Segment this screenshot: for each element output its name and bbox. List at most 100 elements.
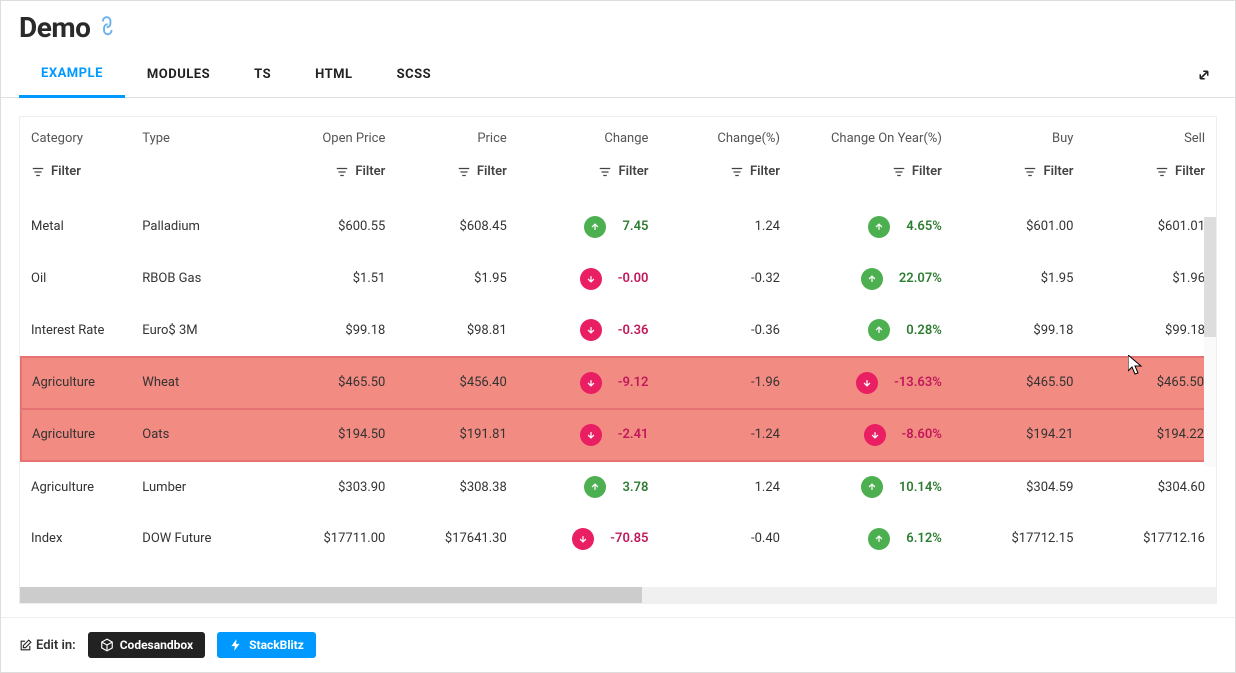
cell-open-price: $99.18 — [264, 305, 396, 357]
arrow-up-icon — [861, 268, 883, 290]
cell-type: Lumber — [132, 461, 264, 513]
cell-open-price: $303.90 — [264, 461, 396, 513]
cell-price: $308.38 — [395, 461, 516, 513]
filter-button-change[interactable]: Filter — [598, 164, 648, 179]
cell-sell: $465.50 — [1083, 357, 1215, 409]
cell-price: $98.81 — [395, 305, 516, 357]
tab-example[interactable]: EXAMPLE — [19, 52, 125, 98]
cell-change: -0.36 — [517, 305, 659, 357]
tabs-bar: EXAMPLE MODULES TS HTML SCSS — [1, 52, 1235, 98]
arrow-up-icon — [584, 216, 606, 238]
col-header-buy[interactable]: Buy — [952, 117, 1084, 156]
stackblitz-button[interactable]: StackBlitz — [217, 632, 316, 658]
cell-change-year: -8.60% — [790, 409, 952, 461]
cell-change-pct: -0.32 — [658, 253, 790, 305]
table-row[interactable]: Index DOW Future $17711.00 $17641.30 -70… — [21, 513, 1215, 565]
codesandbox-button[interactable]: Codesandbox — [88, 632, 205, 658]
table-row[interactable]: Agriculture Oats $194.50 $191.81 -2.41 -… — [21, 409, 1215, 461]
tab-ts[interactable]: TS — [232, 53, 293, 96]
tab-modules[interactable]: MODULES — [125, 53, 232, 96]
table-row[interactable]: Interest Rate Euro$ 3M $99.18 $98.81 -0.… — [21, 305, 1215, 357]
filter-button-buy[interactable]: Filter — [1023, 164, 1073, 179]
page-title: Demo — [19, 11, 90, 44]
tab-scss[interactable]: SCSS — [375, 53, 454, 96]
filter-button-open-price[interactable]: Filter — [335, 164, 385, 179]
cell-open-price: $465.50 — [264, 357, 396, 409]
cell-change-year: 22.07% — [790, 253, 952, 305]
cell-price: $608.45 — [395, 201, 516, 253]
cell-type: RBOB Gas — [132, 253, 264, 305]
table-row[interactable]: Metal Palladium $600.55 $608.45 7.45 1.2… — [21, 201, 1215, 253]
filter-button-change-pct[interactable]: Filter — [730, 164, 780, 179]
cell-buy: $304.59 — [952, 461, 1084, 513]
cell-buy: $17712.15 — [952, 513, 1084, 565]
cell-sell: $304.60 — [1083, 461, 1215, 513]
horizontal-scrollbar-thumb[interactable] — [20, 587, 642, 603]
cell-buy: $601.00 — [952, 201, 1084, 253]
cell-category: Metal — [21, 201, 132, 253]
col-header-price[interactable]: Price — [395, 117, 516, 156]
cell-category: Agriculture — [21, 461, 132, 513]
cell-type: Oats — [132, 409, 264, 461]
cell-open-price: $1.51 — [264, 253, 396, 305]
cell-type: Wheat — [132, 357, 264, 409]
filter-button-change-year[interactable]: Filter — [892, 164, 942, 179]
col-header-category[interactable]: Category — [21, 117, 132, 156]
col-header-change-year[interactable]: Change On Year(%) — [790, 117, 952, 156]
footer: Edit in: Codesandbox StackBlitz — [1, 617, 1235, 672]
header-row: Category Type Open Price Price Change Ch… — [21, 117, 1215, 156]
cell-change: 7.45 — [517, 201, 659, 253]
table-row[interactable]: Agriculture Wheat $465.50 $456.40 -9.12 … — [21, 357, 1215, 409]
cell-sell: $1.96 — [1083, 253, 1215, 305]
horizontal-scrollbar[interactable] — [20, 587, 1216, 603]
cell-sell: $194.22 — [1083, 409, 1215, 461]
link-icon[interactable] — [95, 13, 124, 42]
col-header-sell[interactable]: Sell — [1083, 117, 1215, 156]
col-header-change[interactable]: Change — [517, 117, 659, 156]
cell-price: $456.40 — [395, 357, 516, 409]
arrow-down-icon — [580, 319, 602, 341]
cell-change-pct: -0.36 — [658, 305, 790, 357]
cell-category: Interest Rate — [21, 305, 132, 357]
cell-change-pct: -1.24 — [658, 409, 790, 461]
arrow-up-icon — [584, 476, 606, 498]
arrow-up-icon — [861, 476, 883, 498]
cell-change-year: 0.28% — [790, 305, 952, 357]
cell-change: -2.41 — [517, 409, 659, 461]
cell-change: 3.78 — [517, 461, 659, 513]
cell-change: -70.85 — [517, 513, 659, 565]
cell-open-price: $194.50 — [264, 409, 396, 461]
cell-type: DOW Future — [132, 513, 264, 565]
col-header-type[interactable]: Type — [132, 117, 264, 156]
arrow-down-icon — [572, 528, 594, 550]
table-row[interactable]: Oil RBOB Gas $1.51 $1.95 -0.00 -0.32 22.… — [21, 253, 1215, 305]
cell-change-pct: 1.24 — [658, 201, 790, 253]
col-header-change-pct[interactable]: Change(%) — [658, 117, 790, 156]
cell-price: $1.95 — [395, 253, 516, 305]
filter-button-category[interactable]: Filter — [31, 164, 81, 179]
vertical-scrollbar-thumb[interactable] — [1204, 217, 1216, 337]
cell-buy: $465.50 — [952, 357, 1084, 409]
cell-change-pct: -0.40 — [658, 513, 790, 565]
tab-html[interactable]: HTML — [293, 53, 374, 96]
expand-icon[interactable] — [1195, 66, 1213, 89]
filter-button-price[interactable]: Filter — [457, 164, 507, 179]
col-header-open-price[interactable]: Open Price — [264, 117, 396, 156]
cell-category: Agriculture — [21, 357, 132, 409]
arrow-down-icon — [580, 372, 602, 394]
cell-type: Euro$ 3M — [132, 305, 264, 357]
arrow-up-icon — [868, 528, 890, 550]
cell-open-price: $600.55 — [264, 201, 396, 253]
data-grid: Category Type Open Price Price Change Ch… — [19, 116, 1217, 604]
filter-button-sell[interactable]: Filter — [1155, 164, 1205, 179]
cell-price: $17641.30 — [395, 513, 516, 565]
cell-category: Index — [21, 513, 132, 565]
arrow-down-icon — [580, 268, 602, 290]
cell-change-year: 4.65% — [790, 201, 952, 253]
table-row[interactable]: Agriculture Lumber $303.90 $308.38 3.78 … — [21, 461, 1215, 513]
vertical-scrollbar[interactable] — [1204, 217, 1216, 467]
arrow-down-icon — [580, 424, 602, 446]
cell-buy: $1.95 — [952, 253, 1084, 305]
cell-buy: $194.21 — [952, 409, 1084, 461]
arrow-up-icon — [868, 216, 890, 238]
